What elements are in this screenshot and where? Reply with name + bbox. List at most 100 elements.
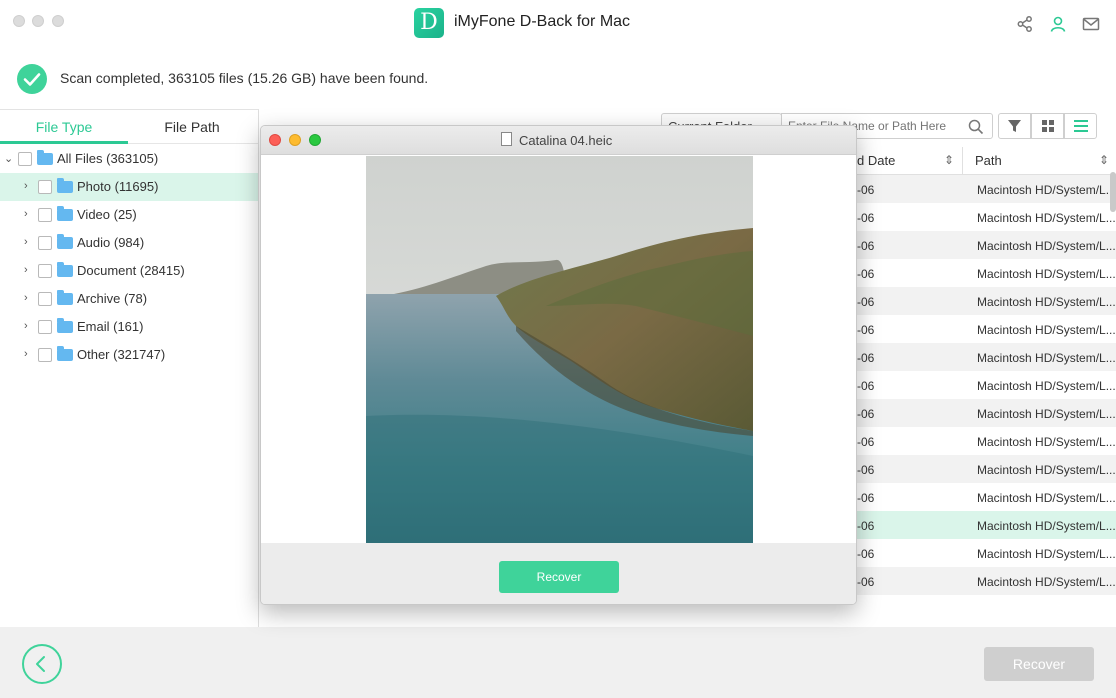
table-scrollbar[interactable] [1110, 172, 1116, 212]
close-window-button[interactable] [13, 15, 25, 27]
path-cell: Macintosh HD/System/L... [977, 407, 1116, 421]
checkbox[interactable] [38, 180, 52, 194]
folder-icon [57, 318, 73, 333]
chevron-right-icon[interactable]: › [24, 348, 34, 360]
tree-item-label: Archive (78) [77, 291, 148, 306]
column-header-path[interactable]: Path ⇕ [962, 147, 1116, 175]
date-cell: -06 [857, 407, 875, 421]
filter-button[interactable] [998, 113, 1031, 139]
table-row[interactable]: -06 Macintosh HD/System/L... [857, 343, 1116, 371]
photo-preview-image [366, 156, 753, 543]
chevron-right-icon[interactable]: › [24, 292, 34, 304]
minimize-window-button[interactable] [32, 15, 44, 27]
folder-icon [57, 206, 73, 221]
date-cell: -06 [857, 435, 875, 449]
tab-file-path[interactable]: File Path [128, 110, 256, 144]
date-cell: -06 [857, 351, 875, 365]
date-cell: -06 [857, 519, 875, 533]
sort-icon[interactable]: ⇕ [1099, 146, 1109, 174]
mail-icon[interactable] [1082, 15, 1100, 33]
date-cell: -06 [857, 295, 875, 309]
folder-icon [57, 178, 73, 193]
column-header-label: Path [975, 153, 1002, 168]
file-type-sidebar: File Type File Path ⌄ All Files (363105)… [0, 109, 259, 627]
checkbox[interactable] [38, 292, 52, 306]
date-cell: -06 [857, 211, 875, 225]
user-account-icon[interactable] [1049, 15, 1067, 33]
tree-item-archive[interactable]: › Archive (78) [0, 285, 258, 313]
date-cell: -06 [857, 267, 875, 281]
table-row[interactable]: -06 Macintosh HD/System/L... [857, 567, 1116, 595]
date-cell: -06 [857, 547, 875, 561]
table-row[interactable]: -06 Macintosh HD/System/L... [857, 175, 1116, 203]
chevron-right-icon[interactable]: › [24, 180, 34, 192]
table-row[interactable]: -06 Macintosh HD/System/L... [857, 371, 1116, 399]
path-cell: Macintosh HD/System/L... [977, 267, 1116, 281]
tree-item-document[interactable]: › Document (28415) [0, 257, 258, 285]
zoom-preview-button[interactable] [309, 134, 321, 146]
minimize-preview-button[interactable] [289, 134, 301, 146]
table-row[interactable]: -06 Macintosh HD/System/L... [857, 427, 1116, 455]
table-row[interactable]: -06 Macintosh HD/System/L... [857, 399, 1116, 427]
preview-footer: Recover [261, 543, 856, 604]
zoom-window-button[interactable] [52, 15, 64, 27]
folder-icon [57, 290, 73, 305]
preview-title-bar: Catalina 04.heic [261, 126, 856, 155]
checkbox[interactable] [38, 264, 52, 278]
table-row[interactable]: -06 Macintosh HD/System/L... [857, 539, 1116, 567]
date-cell: -06 [857, 183, 875, 197]
bottom-bar: Recover [0, 627, 1116, 698]
chevron-right-icon[interactable]: › [24, 320, 34, 332]
checkbox[interactable] [38, 348, 52, 362]
folder-icon [57, 346, 73, 361]
folder-icon [57, 234, 73, 249]
checkmark-icon [17, 64, 47, 94]
path-cell: Macintosh HD/System/L... [977, 575, 1116, 589]
table-row[interactable]: -06 Macintosh HD/System/L... [857, 231, 1116, 259]
table-row[interactable]: -06 Macintosh HD/System/L... [857, 511, 1116, 539]
date-cell: -06 [857, 491, 875, 505]
tree-item-email[interactable]: › Email (161) [0, 313, 258, 341]
chevron-right-icon[interactable]: › [24, 208, 34, 220]
column-header-date[interactable]: d Date ⇕ [857, 147, 962, 175]
app-title: iMyFone D-Back for Mac [454, 13, 631, 30]
tree-item-label: All Files (363105) [57, 151, 159, 166]
tree-item-photo[interactable]: › Photo (11695) [0, 173, 258, 201]
table-row[interactable]: -06 Macintosh HD/System/L... [857, 315, 1116, 343]
tree-item-audio[interactable]: › Audio (984) [0, 229, 258, 257]
checkbox[interactable] [18, 152, 32, 166]
share-icon[interactable] [1016, 15, 1034, 33]
path-cell: Macintosh HD/System/L... [977, 435, 1116, 449]
recover-button[interactable]: Recover [984, 647, 1094, 681]
chevron-down-icon[interactable]: ⌄ [4, 152, 14, 165]
preview-window: Catalina 04.heic Recover [260, 125, 857, 605]
tree-item-label: Audio (984) [77, 235, 145, 250]
date-cell: -06 [857, 379, 875, 393]
tree-item-all-files[interactable]: ⌄ All Files (363105) [0, 145, 258, 173]
back-button[interactable] [22, 644, 62, 684]
list-view-button[interactable] [1064, 113, 1097, 139]
tab-file-type[interactable]: File Type [0, 110, 128, 144]
close-preview-button[interactable] [269, 134, 281, 146]
preview-filename: Catalina 04.heic [519, 133, 613, 148]
preview-recover-button[interactable]: Recover [499, 561, 619, 593]
checkbox[interactable] [38, 320, 52, 334]
grid-view-button[interactable] [1031, 113, 1064, 139]
chevron-right-icon[interactable]: › [24, 264, 34, 276]
tree-item-label: Other (321747) [77, 347, 166, 362]
date-cell: -06 [857, 239, 875, 253]
tree-item-video[interactable]: › Video (25) [0, 201, 258, 229]
path-cell: Macintosh HD/System/L... [977, 295, 1116, 309]
table-row[interactable]: -06 Macintosh HD/System/L... [857, 203, 1116, 231]
checkbox[interactable] [38, 208, 52, 222]
chevron-left-icon [36, 656, 45, 672]
table-row[interactable]: -06 Macintosh HD/System/L... [857, 455, 1116, 483]
table-row[interactable]: -06 Macintosh HD/System/L... [857, 259, 1116, 287]
tree-item-other[interactable]: › Other (321747) [0, 341, 258, 369]
chevron-right-icon[interactable]: › [24, 236, 34, 248]
sort-icon[interactable]: ⇕ [944, 146, 954, 174]
search-icon[interactable] [968, 119, 984, 135]
checkbox[interactable] [38, 236, 52, 250]
table-row[interactable]: -06 Macintosh HD/System/L... [857, 287, 1116, 315]
table-row[interactable]: -06 Macintosh HD/System/L... [857, 483, 1116, 511]
